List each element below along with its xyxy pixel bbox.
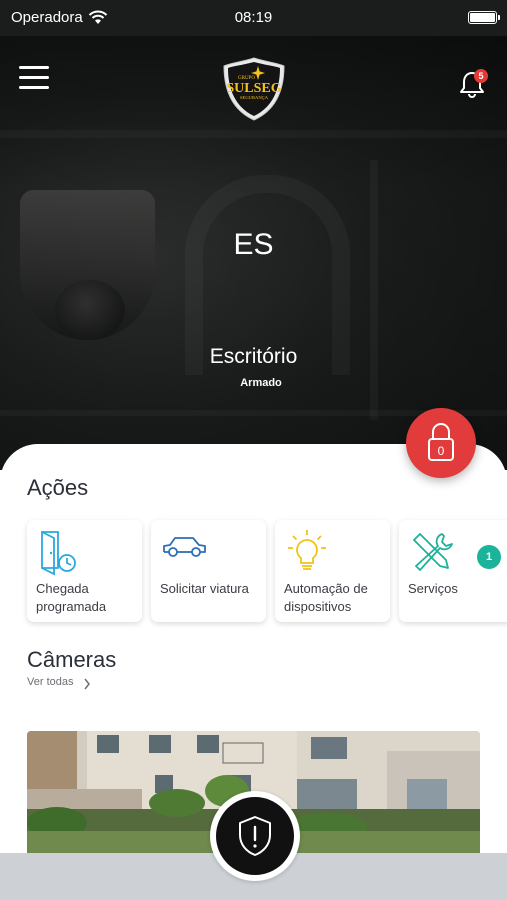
menu-button[interactable]	[19, 66, 50, 90]
notification-badge: 5	[474, 69, 488, 83]
arm-status: Armado	[240, 377, 282, 389]
site-initials: ES	[233, 228, 274, 261]
lock-button[interactable]: 0	[406, 408, 476, 478]
sulseg-logo: GRUPO SULSEG SEGURANÇA	[223, 57, 285, 121]
status-bar: Operadora 08:19	[0, 0, 507, 36]
panic-alert-button[interactable]	[210, 791, 300, 881]
scheduled-arrival-icon	[41, 531, 76, 576]
services-badge: 1	[477, 545, 501, 569]
cameras-title: Câmeras	[27, 647, 117, 672]
svg-text:SULSEG: SULSEG	[226, 81, 281, 96]
action-label: Automação de dispositivos	[284, 581, 368, 614]
actions-title: Ações	[27, 475, 89, 500]
shield-alert-icon	[239, 816, 271, 856]
action-label: Serviços	[408, 581, 458, 596]
action-card-services[interactable]: Serviços	[399, 520, 507, 622]
action-label: Solicitar viatura	[160, 581, 249, 596]
lightbulb-icon	[288, 530, 326, 570]
car-icon	[163, 537, 206, 557]
tools-icon	[413, 533, 453, 571]
action-card-request-car[interactable]: Solicitar viatura	[151, 520, 266, 622]
action-card-scheduled-arrival[interactable]: Chegada programada	[27, 520, 142, 622]
see-all-cameras-link[interactable]: Ver todas	[27, 676, 73, 688]
clock: 08:19	[234, 9, 273, 26]
action-card-automation[interactable]: Automação de dispositivos	[275, 520, 390, 622]
chevron-right-icon	[84, 678, 90, 690]
site-name: Escritório	[209, 345, 298, 368]
lock-count: 0	[437, 444, 445, 458]
battery-icon	[468, 11, 500, 24]
action-label: Chegada programada	[36, 581, 107, 614]
svg-text:SEGURANÇA: SEGURANÇA	[240, 95, 269, 100]
